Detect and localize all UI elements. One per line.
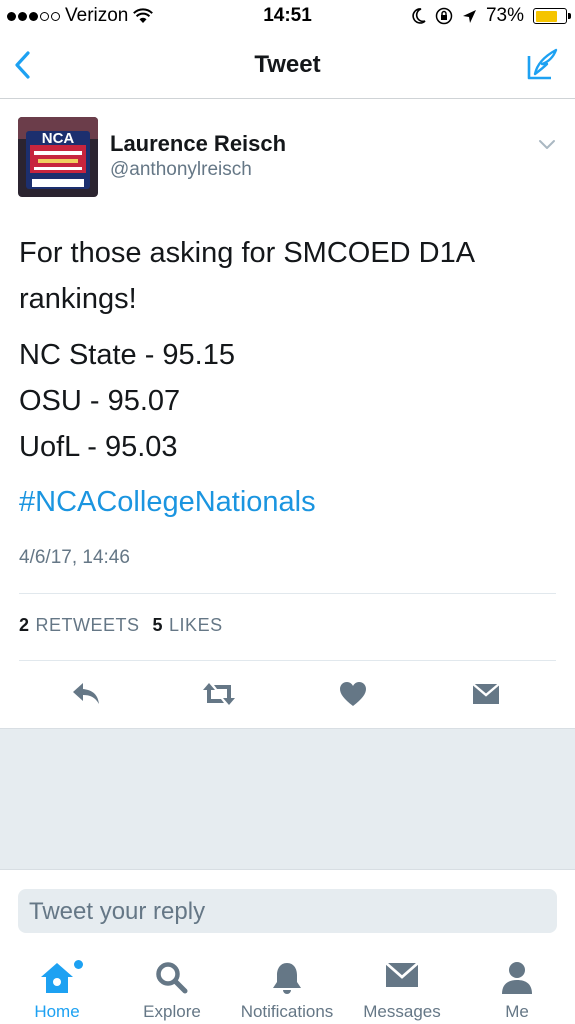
author-name[interactable]: Laurence Reisch xyxy=(110,131,286,157)
tab-me[interactable]: Me xyxy=(462,960,572,1022)
location-arrow-icon xyxy=(462,9,476,23)
chevron-down-icon xyxy=(539,140,555,149)
hashtag-link[interactable]: #NCACollegeNationals xyxy=(19,486,316,519)
person-icon xyxy=(502,962,532,994)
reply-bar: Tweet your reply xyxy=(0,870,575,946)
status-bar: Verizon 14:51 73% xyxy=(0,0,575,34)
heart-icon xyxy=(340,682,366,706)
tweet-options-button[interactable] xyxy=(537,134,557,154)
moon-icon xyxy=(412,8,426,24)
tab-label: Messages xyxy=(363,1002,441,1021)
tab-notifications[interactable]: Notifications xyxy=(232,960,342,1022)
reply-button[interactable] xyxy=(68,676,104,712)
tweet-actions xyxy=(0,676,575,712)
likes-stat[interactable]: 5 LIKES xyxy=(153,615,223,636)
tab-label: Explore xyxy=(143,1002,201,1021)
rotation-lock-icon xyxy=(435,7,453,25)
like-button[interactable] xyxy=(335,676,371,712)
reply-icon xyxy=(73,683,99,704)
battery-percent: 73% xyxy=(485,5,524,26)
direct-message-button[interactable] xyxy=(468,676,504,712)
tab-label: Me xyxy=(505,1002,529,1021)
retweet-icon xyxy=(203,683,235,705)
svg-text:NCA: NCA xyxy=(42,130,75,147)
home-icon xyxy=(41,963,73,993)
status-right: 73% xyxy=(412,5,571,27)
tweet-text-line: rankings! xyxy=(19,283,137,315)
divider xyxy=(19,593,556,594)
reply-input[interactable]: Tweet your reply xyxy=(18,889,557,933)
battery-icon xyxy=(533,8,571,24)
divider xyxy=(19,660,556,661)
tweet-text-line: For those asking for SMCOED D1A xyxy=(19,237,476,269)
tab-label: Notifications xyxy=(240,1002,334,1021)
bell-icon xyxy=(273,963,301,994)
envelope-icon xyxy=(472,683,500,704)
tab-explore[interactable]: Explore xyxy=(117,960,227,1022)
tweet-timestamp: 4/6/17, 14:46 xyxy=(19,547,130,568)
retweets-stat[interactable]: 2 RETWEETS xyxy=(19,615,140,636)
page-title: Tweet xyxy=(254,51,321,78)
tweet-text: For those asking for SMCOED D1A rankings… xyxy=(19,230,559,470)
author-handle[interactable]: @anthonylreisch xyxy=(110,159,252,181)
retweet-button[interactable] xyxy=(201,676,237,712)
tab-home[interactable]: Home xyxy=(2,960,112,1022)
replies-area xyxy=(0,728,575,870)
compose-tweet-button[interactable] xyxy=(525,46,561,82)
ranking-line: UofL - 95.03 xyxy=(19,431,178,463)
tab-messages[interactable]: Messages xyxy=(347,960,457,1022)
new-content-dot xyxy=(74,960,83,969)
compose-icon xyxy=(527,48,558,80)
tab-bar: Home Explore Notifications Messages Me xyxy=(0,946,575,1024)
search-icon xyxy=(156,962,188,994)
envelope-icon xyxy=(385,961,419,987)
avatar[interactable]: NCA xyxy=(18,117,98,197)
ranking-line: OSU - 95.07 xyxy=(19,385,181,417)
navigation-bar: Tweet xyxy=(0,34,575,99)
tab-label: Home xyxy=(34,1002,80,1021)
tweet-stats: 2 RETWEETS 5 LIKES xyxy=(19,615,223,636)
ranking-line: NC State - 95.15 xyxy=(19,339,235,371)
